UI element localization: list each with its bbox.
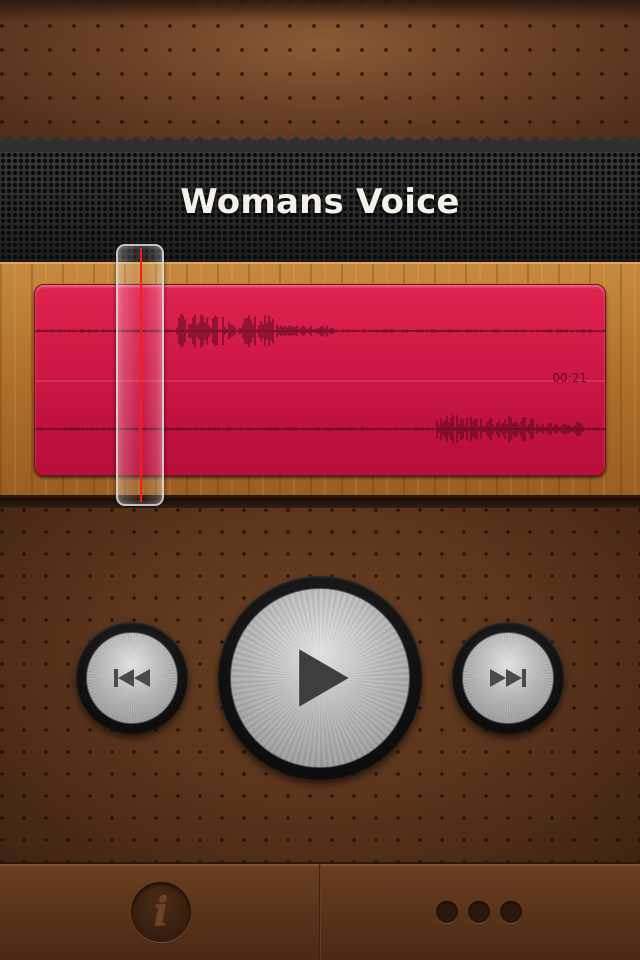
more-button[interactable] <box>436 896 522 928</box>
track-title: Womans Voice <box>180 182 460 222</box>
fast-forward-icon <box>490 669 526 687</box>
play-button[interactable] <box>218 576 422 780</box>
more-dot-icon <box>436 901 458 923</box>
rewind-icon <box>114 669 150 687</box>
playhead-line <box>140 248 142 502</box>
toolbar-divider <box>319 864 321 960</box>
rewind-button[interactable] <box>76 622 188 734</box>
play-icon <box>298 648 350 708</box>
more-dot-icon <box>468 901 490 923</box>
duration-label: 00:21 <box>552 371 587 385</box>
play-button-face <box>230 588 410 768</box>
leather-background-top <box>0 0 640 150</box>
more-dot-icon <box>500 901 522 923</box>
zigzag-edge <box>0 136 640 152</box>
info-button[interactable]: i <box>131 882 191 942</box>
fast-forward-button[interactable] <box>452 622 564 734</box>
playhead-scrubber[interactable] <box>116 244 164 506</box>
fast-forward-button-face <box>462 632 554 724</box>
rewind-button-face <box>86 632 178 724</box>
info-icon: i <box>153 888 169 935</box>
